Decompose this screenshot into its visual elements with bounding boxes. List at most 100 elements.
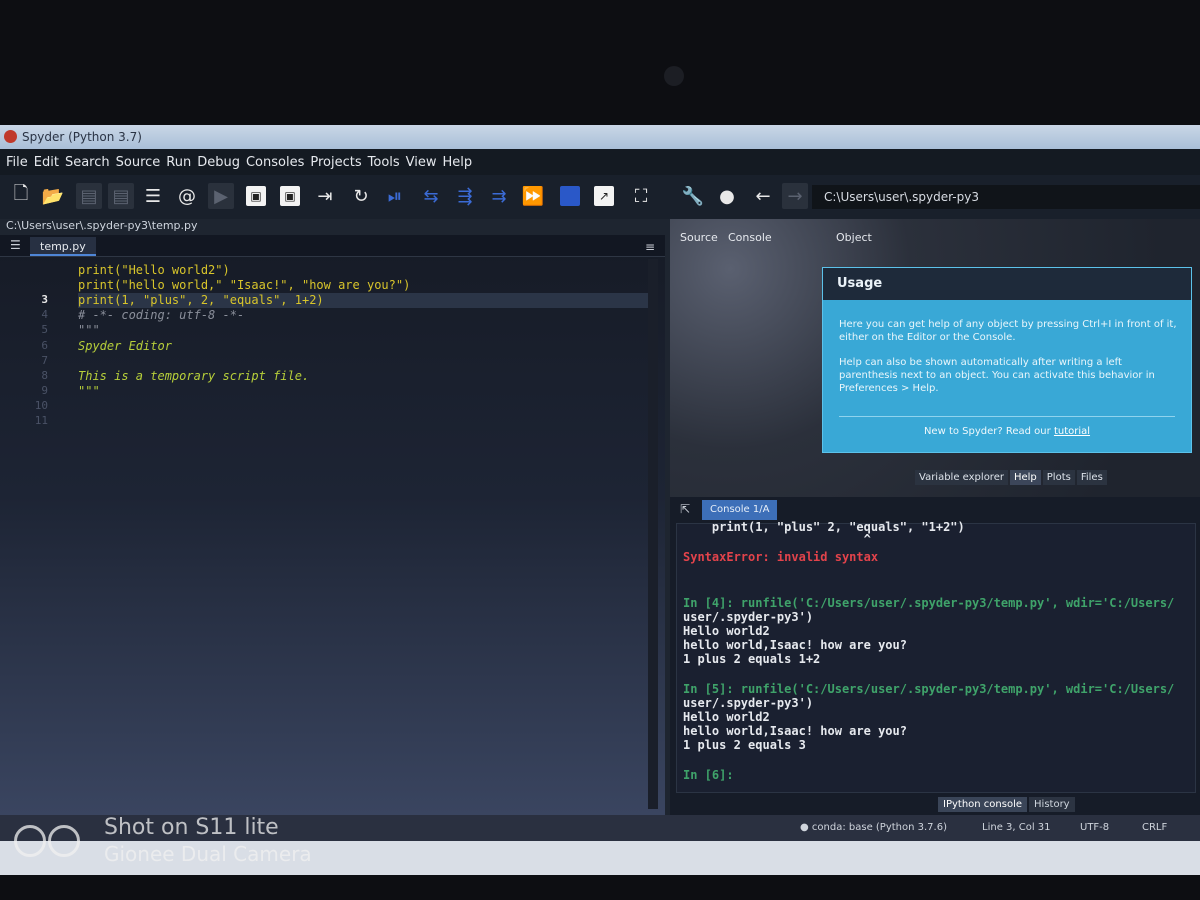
menu-source[interactable]: Source	[116, 155, 161, 170]
console-line: hello world,Isaac! how are you?	[683, 724, 907, 738]
window-title: Spyder (Python 3.7)	[22, 130, 142, 144]
open-file-icon[interactable]: 📂	[40, 183, 66, 209]
forward-arrow-icon[interactable]: →	[782, 183, 808, 209]
camera-watermark: Shot on S11 lite Gionee Dual Camera	[104, 815, 312, 867]
console-prompt-in4: In [4]: runfile('C:/Users/user/.spyder-p…	[683, 596, 1175, 610]
line-number: 3	[41, 293, 48, 306]
window-titlebar: Spyder (Python 3.7)	[0, 125, 1200, 149]
usage-panel: Usage Here you can get help of any objec…	[822, 267, 1192, 453]
cursor-position-status: Line 3, Col 31	[982, 822, 1051, 833]
code-line-4[interactable]: # -*- coding: utf-8 -*-	[78, 308, 244, 323]
menu-file[interactable]: File	[6, 155, 28, 170]
eol-status: CRLF	[1142, 822, 1168, 833]
menu-help[interactable]: Help	[443, 155, 473, 170]
console-bottom-tabs: IPython console History	[938, 797, 1075, 812]
console-prompt-in6: In [6]:	[683, 768, 734, 782]
menu-edit[interactable]: Edit	[34, 155, 59, 170]
webcam	[664, 66, 684, 86]
menu-tools[interactable]: Tools	[368, 155, 400, 170]
stop-debug-icon[interactable]	[560, 186, 580, 206]
save-all-icon[interactable]: ▤	[108, 183, 134, 209]
step-into-icon[interactable]: ⇶	[452, 183, 478, 209]
menu-projects[interactable]: Projects	[310, 155, 361, 170]
console-browse-icon[interactable]: ⇱	[680, 502, 690, 516]
conda-env-status: ● conda: base (Python 3.7.6)	[800, 822, 947, 833]
code-line-3-current[interactable]: print(1, "plus", 2, "equals", 1+2)	[78, 293, 648, 308]
file-list-icon[interactable]: ☰	[140, 183, 166, 209]
editor-pane: ☰ temp.py ≡ 3 4 5 6 7 8 9 10 11 print("H…	[0, 235, 665, 815]
step-return-icon[interactable]: ⇉	[486, 183, 512, 209]
watermark-line-2: Gionee Dual Camera	[104, 842, 312, 866]
line-number: 5	[41, 323, 48, 336]
console-line: 1 plus 2 equals 3	[683, 738, 806, 752]
tab-plots[interactable]: Plots	[1042, 470, 1075, 485]
usage-new-to-spyder: New to Spyder? Read our tutorial	[823, 426, 1191, 437]
tutorial-link[interactable]: tutorial	[1054, 426, 1090, 437]
code-line-9[interactable]: """	[78, 384, 100, 399]
debug-icon[interactable]: ⏯	[382, 183, 408, 209]
at-symbol-icon[interactable]: @	[174, 183, 200, 209]
console-prompt-in5: In [5]: runfile('C:/Users/user/.spyder-p…	[683, 682, 1175, 696]
console-line: hello world,Isaac! how are you?	[683, 638, 907, 652]
line-number: 4	[41, 308, 48, 321]
menu-debug[interactable]: Debug	[197, 155, 240, 170]
run-icon[interactable]: ▶	[208, 183, 234, 209]
console-output[interactable]: print(1, "plus" 2, "equals", "1+2") ^ Sy…	[676, 520, 1196, 793]
line-number: 7	[41, 354, 48, 367]
continue-icon[interactable]: ⏩	[520, 183, 546, 209]
console-line: Hello world2	[683, 710, 770, 724]
ipython-console-pane: ⇱ Console 1/A print(1, "plus" 2, "equals…	[670, 497, 1200, 815]
browse-tabs-icon[interactable]: ☰	[10, 238, 21, 252]
run-selection-icon[interactable]: ⇥	[312, 183, 338, 209]
help-object-label: Object	[836, 231, 872, 244]
editor-scrollbar[interactable]	[648, 259, 658, 809]
python-path-icon[interactable]: ●	[714, 183, 740, 209]
usage-divider	[839, 416, 1175, 417]
fullscreen-icon[interactable]: ⛶	[628, 183, 654, 209]
tab-ipython-console[interactable]: IPython console	[938, 797, 1028, 812]
spyder-logo-icon	[4, 130, 17, 143]
editor-tab-temp[interactable]: temp.py	[30, 237, 96, 256]
tab-files[interactable]: Files	[1076, 470, 1107, 485]
encoding-status: UTF-8	[1080, 822, 1110, 833]
console-tab-row: ⇱ Console 1/A	[670, 497, 1200, 521]
console-tab-1a[interactable]: Console 1/A	[702, 500, 778, 520]
working-directory-field[interactable]: C:\Users\user\.spyder-py3	[812, 185, 1200, 209]
line-number: 10	[34, 399, 48, 412]
tab-history[interactable]: History	[1029, 797, 1075, 812]
code-line-5[interactable]: """	[78, 323, 100, 338]
menu-run[interactable]: Run	[166, 155, 191, 170]
code-line-2[interactable]: print("hello world," "Isaac!", "how are …	[78, 278, 410, 293]
screen: Spyder (Python 3.7) File Edit Search Sou…	[0, 125, 1200, 875]
back-arrow-icon[interactable]: ←	[750, 183, 776, 209]
rerun-icon[interactable]: ↻	[348, 183, 374, 209]
code-line-1[interactable]: print("Hello world2")	[78, 263, 230, 278]
run-cell-icon[interactable]: ▣	[246, 186, 266, 206]
usage-paragraph-2: Help can also be shown automatically aft…	[839, 357, 1155, 394]
code-line-6[interactable]: Spyder Editor	[78, 339, 172, 354]
help-header: Source Console Object	[670, 219, 1200, 253]
help-source-select[interactable]: Console	[728, 231, 772, 244]
menu-view[interactable]: View	[406, 155, 437, 170]
console-line: Hello world2	[683, 624, 770, 638]
step-icon[interactable]: ⇆	[418, 183, 444, 209]
run-cell-advance-icon[interactable]: ▣	[280, 186, 300, 206]
code-line-8[interactable]: This is a temporary script file.	[78, 369, 309, 384]
console-line: user/.spyder-py3')	[683, 610, 814, 624]
main-toolbar: 🗋 📂 ▤ ▤ ☰ @ ▶ ▣ ▣ ⇥ ↻ ⏯ ⇆ ⇶ ⇉ ⏩ ↗ ⛶ 🔧 ● …	[0, 175, 1200, 219]
menu-consoles[interactable]: Consoles	[246, 155, 304, 170]
console-line: 1 plus 2 equals 1+2	[683, 652, 821, 666]
editor-options-icon[interactable]: ≡	[645, 240, 655, 254]
laptop-bezel-top	[0, 0, 1200, 125]
save-file-icon[interactable]: ▤	[76, 183, 102, 209]
line-number: 11	[34, 414, 48, 427]
line-number-gutter: 3 4 5 6 7 8 9 10 11	[0, 259, 60, 809]
help-pane-tabs: Variable explorer Help Plots Files	[915, 470, 1107, 485]
tab-help[interactable]: Help	[1009, 470, 1041, 485]
maximize-pane-icon[interactable]: ↗	[594, 186, 614, 206]
wrench-preferences-icon[interactable]: 🔧	[680, 183, 706, 209]
new-file-icon[interactable]: 🗋	[8, 183, 34, 209]
menu-search[interactable]: Search	[65, 155, 110, 170]
console-line: user/.spyder-py3')	[683, 696, 814, 710]
tab-variable-explorer[interactable]: Variable explorer	[915, 470, 1008, 485]
